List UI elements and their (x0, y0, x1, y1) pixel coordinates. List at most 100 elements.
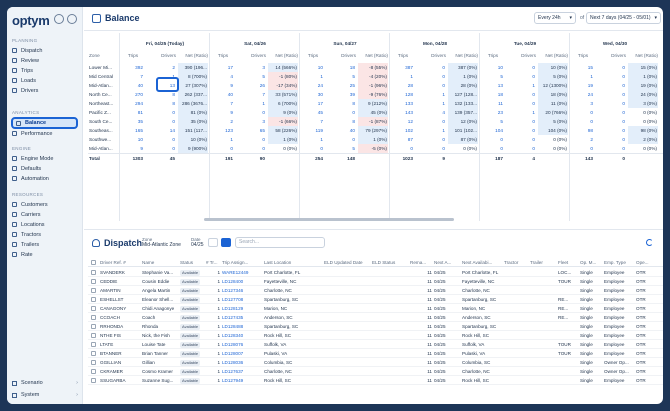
sidebar-item-locations[interactable]: Locations (12, 220, 45, 229)
table-row[interactable]: Lower Mi... 392 2 390 (196... 17 3 14 (566%) 10… (88, 63, 663, 72)
row-checkbox[interactable] (91, 297, 96, 302)
drivers-cell[interactable]: 0 (596, 72, 626, 81)
table-row[interactable]: RRHONDA Rhonda Available 1 LD128488 Spartanbu… (88, 322, 663, 331)
drivers-cell[interactable]: 0 (236, 135, 266, 144)
sidebar-item-scenario[interactable]: Scenario › (12, 380, 78, 386)
drivers-cell[interactable]: 0 (416, 72, 446, 81)
trips-cell[interactable]: 24 (302, 81, 324, 90)
drivers-cell[interactable]: 1 (236, 99, 266, 108)
drivers-cell[interactable]: 0 (596, 135, 626, 144)
refresh-icon[interactable] (646, 239, 653, 246)
row-checkbox[interactable] (91, 279, 96, 284)
row-checkbox[interactable] (91, 315, 96, 320)
drivers-cell[interactable]: 8 (326, 99, 356, 108)
trips-cell[interactable]: 10 (122, 135, 144, 144)
drivers-cell[interactable]: 1 (416, 99, 446, 108)
drivers-cell[interactable]: 0 (326, 135, 356, 144)
drivers-cell[interactable]: 0 (146, 135, 176, 144)
drivers-cell[interactable]: 0 (506, 144, 536, 153)
drivers-cell[interactable]: 0 (416, 81, 446, 90)
drivers-cell[interactable]: 0 (596, 99, 626, 108)
trips-cell[interactable]: 7 (302, 117, 324, 126)
sidebar-item-system[interactable]: System › (12, 392, 78, 398)
drivers-cell[interactable]: 0 (506, 135, 536, 144)
trips-cell[interactable]: 40 (122, 81, 144, 90)
trips-cell[interactable]: 392 (122, 63, 144, 72)
table-row[interactable]: LTATE Louise Tate Available 1 LD128076 Suffol… (88, 340, 663, 349)
trips-cell[interactable]: 35 (122, 117, 144, 126)
drivers-cell[interactable]: 26 (236, 81, 266, 90)
trips-cell[interactable]: 5 (482, 72, 504, 81)
trips-cell[interactable]: 165 (122, 126, 144, 135)
trips-cell[interactable]: 294 (122, 99, 144, 108)
row-checkbox[interactable] (91, 351, 96, 356)
drivers-cell[interactable]: 4 (416, 108, 446, 117)
trips-cell[interactable]: 0 (482, 144, 504, 153)
table-cell[interactable]: LD128076 (222, 340, 262, 349)
table-cell[interactable]: LD127435 (222, 313, 262, 322)
table-cell[interactable]: LD127346 (222, 286, 262, 295)
trips-cell[interactable]: 40 (212, 90, 234, 99)
sidebar-item-trailers[interactable]: Trailers (12, 240, 39, 249)
table-cell[interactable]: LD128400 (222, 277, 262, 286)
drivers-cell[interactable]: 1 (416, 126, 446, 135)
table-cell[interactable]: LD128488 (222, 322, 262, 331)
trips-cell[interactable]: 13 (482, 81, 504, 90)
drivers-cell[interactable]: 3 (236, 63, 266, 72)
column-header[interactable]: ELD Updated Date (324, 258, 370, 267)
sidebar-item-engine-mode[interactable]: Engine Mode (12, 154, 53, 163)
drivers-cell[interactable]: 0 (416, 117, 446, 126)
trips-cell[interactable]: 9 (212, 108, 234, 117)
trips-cell[interactable]: 81 (122, 108, 144, 117)
drivers-cell[interactable]: 0 (416, 144, 446, 153)
drivers-cell[interactable]: 0 (596, 144, 626, 153)
trips-cell[interactable]: 98 (572, 126, 594, 135)
trips-cell[interactable]: 104 (482, 126, 504, 135)
row-checkbox[interactable] (91, 324, 96, 329)
drivers-cell[interactable]: 0 (596, 126, 626, 135)
table-row[interactable]: Pacific Z... 81 0 81 (0%) 9 0 9 (0%) 45 0 45 (0%)… (88, 108, 663, 117)
table-row[interactable]: SSUGARBA Suzanne Sug... Available 1 LD127949… (88, 376, 663, 385)
drivers-cell[interactable]: 0 (596, 90, 626, 99)
horizontal-scrollbar[interactable] (204, 218, 454, 221)
trips-cell[interactable]: 1 (572, 72, 594, 81)
trips-cell[interactable]: 123 (212, 126, 234, 135)
sidebar-item-carriers[interactable]: Carriers (12, 210, 41, 219)
trips-cell[interactable]: 5 (482, 117, 504, 126)
table-cell[interactable]: LD128036 (222, 358, 262, 367)
column-header[interactable]: Op. M... (580, 258, 600, 267)
trips-cell[interactable]: 18 (482, 90, 504, 99)
trips-cell[interactable]: 1 (392, 72, 414, 81)
trips-cell[interactable]: 0 (302, 144, 324, 153)
trips-cell[interactable]: 15 (572, 63, 594, 72)
sidebar-item-trips[interactable]: Trips (12, 66, 33, 75)
drivers-cell[interactable]: 0 (236, 108, 266, 117)
drivers-cell[interactable]: 40 (326, 126, 356, 135)
row-checkbox[interactable] (91, 378, 96, 383)
row-checkbox[interactable] (91, 360, 96, 365)
trips-cell[interactable]: 87 (392, 135, 414, 144)
column-header[interactable]: Next A... (434, 258, 460, 267)
list-view-button[interactable] (208, 238, 218, 247)
drivers-cell[interactable]: 0 (506, 117, 536, 126)
trips-cell[interactable]: 24 (572, 90, 594, 99)
interval-select[interactable]: Every 24h ▾ (534, 12, 576, 24)
drivers-cell[interactable]: 5 (326, 72, 356, 81)
drivers-cell[interactable]: 0 (326, 108, 356, 117)
trips-cell[interactable]: 11 (482, 99, 504, 108)
table-cell[interactable]: LD128340 (222, 331, 262, 340)
column-header[interactable]: Last Location (264, 258, 322, 267)
trips-cell[interactable]: 0 (212, 144, 234, 153)
search-input[interactable]: Search... (235, 237, 325, 248)
trips-cell[interactable]: 3 (572, 99, 594, 108)
table-row[interactable]: SVANDERK Stephanie Va... Available 1 WARE124… (88, 268, 663, 277)
drivers-cell[interactable]: 8 (146, 99, 176, 108)
trips-cell[interactable]: 9 (212, 81, 234, 90)
drivers-cell[interactable]: 0 (506, 90, 536, 99)
trips-cell[interactable]: 387 (392, 63, 414, 72)
drivers-cell[interactable]: 18 (326, 63, 356, 72)
drivers-cell[interactable]: 0 (506, 99, 536, 108)
drivers-cell[interactable]: 0 (236, 144, 266, 153)
trips-cell[interactable]: 270 (122, 90, 144, 99)
trips-cell[interactable]: 0 (572, 144, 594, 153)
